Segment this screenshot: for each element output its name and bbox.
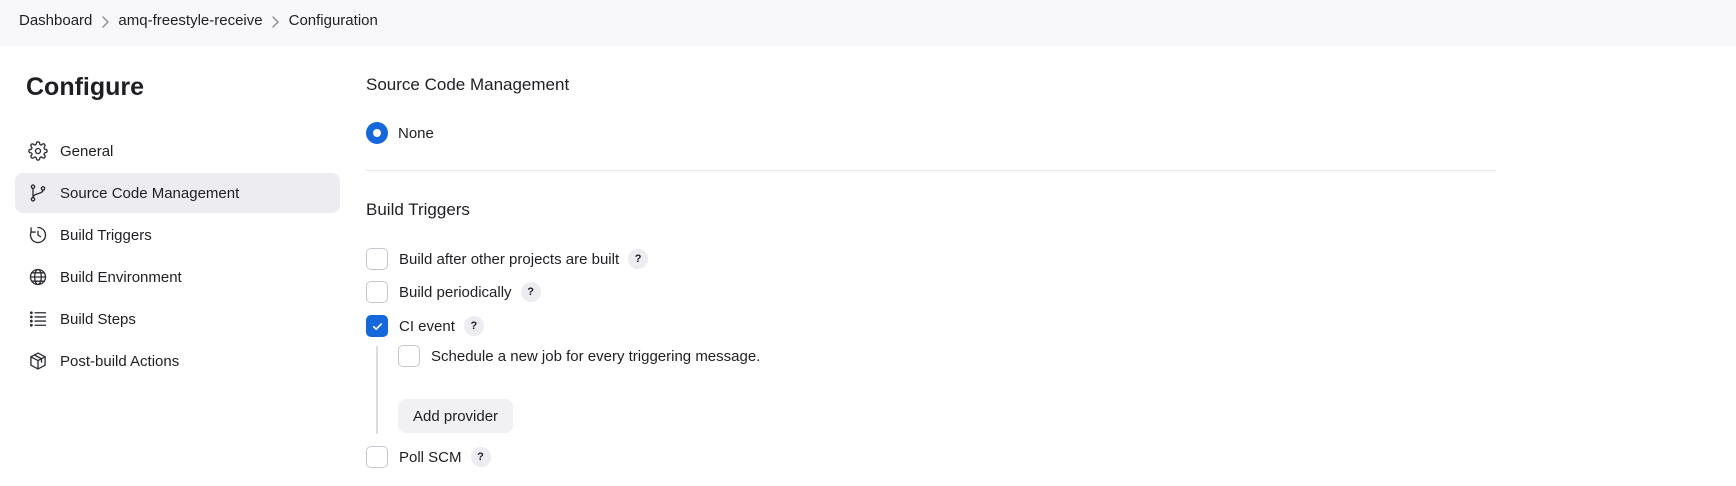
- checkbox-build-after-other-projects[interactable]: [366, 248, 388, 270]
- section-divider: [366, 170, 1496, 171]
- section-title-build-triggers: Build Triggers: [366, 200, 470, 219]
- breadcrumb-bar: Dashboard amq-freestyle-receive Configur…: [0, 0, 1736, 46]
- sidebar-item-source-code-management[interactable]: Source Code Management: [15, 173, 340, 213]
- sidebar-item-label: Post-build Actions: [60, 352, 180, 370]
- breadcrumb-dashboard[interactable]: Dashboard: [19, 12, 92, 29]
- sidebar-nav: General Source Code Management Build Tri…: [15, 131, 340, 383]
- page-title: Configure: [26, 73, 145, 101]
- list-icon: [27, 308, 49, 330]
- checkbox-label: CI event: [399, 317, 455, 335]
- radio-dot: [373, 129, 381, 137]
- package-icon: [27, 350, 49, 372]
- check-icon: [372, 322, 382, 330]
- help-icon[interactable]: ?: [463, 316, 484, 336]
- trigger-poll-scm[interactable]: Poll SCM ?: [366, 446, 491, 468]
- globe-icon: [27, 266, 49, 288]
- breadcrumb-configuration[interactable]: Configuration: [289, 12, 378, 29]
- branch-icon: [27, 182, 49, 204]
- radio-label-none: None: [398, 124, 434, 142]
- sidebar-item-label: Build Steps: [60, 310, 136, 328]
- ci-event-schedule-new-job[interactable]: Schedule a new job for every triggering …: [398, 345, 760, 367]
- trigger-build-periodically[interactable]: Build periodically ?: [366, 281, 541, 303]
- checkbox-label: Schedule a new job for every triggering …: [431, 347, 761, 365]
- add-provider-button[interactable]: Add provider: [398, 399, 514, 433]
- breadcrumb-job[interactable]: amq-freestyle-receive: [118, 12, 262, 29]
- sidebar-item-label: Build Triggers: [60, 226, 152, 244]
- checkbox-ci-event[interactable]: [366, 315, 388, 337]
- sidebar-item-label: Source Code Management: [60, 184, 240, 202]
- chevron-right-icon: [92, 13, 118, 28]
- checkbox-label: Build periodically: [399, 283, 512, 301]
- help-icon[interactable]: ?: [520, 282, 541, 302]
- checkbox-poll-scm[interactable]: [366, 446, 388, 468]
- gear-icon: [27, 140, 49, 162]
- help-icon[interactable]: ?: [470, 447, 491, 467]
- breadcrumb: Dashboard amq-freestyle-receive Configur…: [19, 12, 378, 29]
- trigger-build-after-other-projects[interactable]: Build after other projects are built ?: [366, 248, 649, 270]
- checkbox-build-periodically[interactable]: [366, 281, 388, 303]
- section-title-source-code-management: Source Code Management: [366, 75, 570, 94]
- clock-icon: [27, 224, 49, 246]
- nested-indent-line: [376, 346, 378, 434]
- checkbox-schedule-new-job[interactable]: [398, 345, 420, 367]
- sidebar-item-label: General: [60, 142, 114, 160]
- checkbox-label: Build after other projects are built: [399, 250, 620, 268]
- sidebar-item-post-build-actions[interactable]: Post-build Actions: [15, 341, 340, 381]
- sidebar-item-build-environment[interactable]: Build Environment: [15, 257, 340, 297]
- sidebar-item-label: Build Environment: [60, 268, 182, 286]
- sidebar-item-build-triggers[interactable]: Build Triggers: [15, 215, 340, 255]
- chevron-right-icon: [263, 13, 289, 28]
- scm-option-none[interactable]: None: [366, 122, 434, 144]
- sidebar-item-general[interactable]: General: [15, 131, 340, 171]
- checkbox-label: Poll SCM: [399, 448, 462, 466]
- help-icon[interactable]: ?: [628, 249, 649, 269]
- trigger-ci-event[interactable]: CI event ?: [366, 315, 484, 337]
- sidebar-item-build-steps[interactable]: Build Steps: [15, 299, 340, 339]
- radio-none[interactable]: [366, 122, 388, 144]
